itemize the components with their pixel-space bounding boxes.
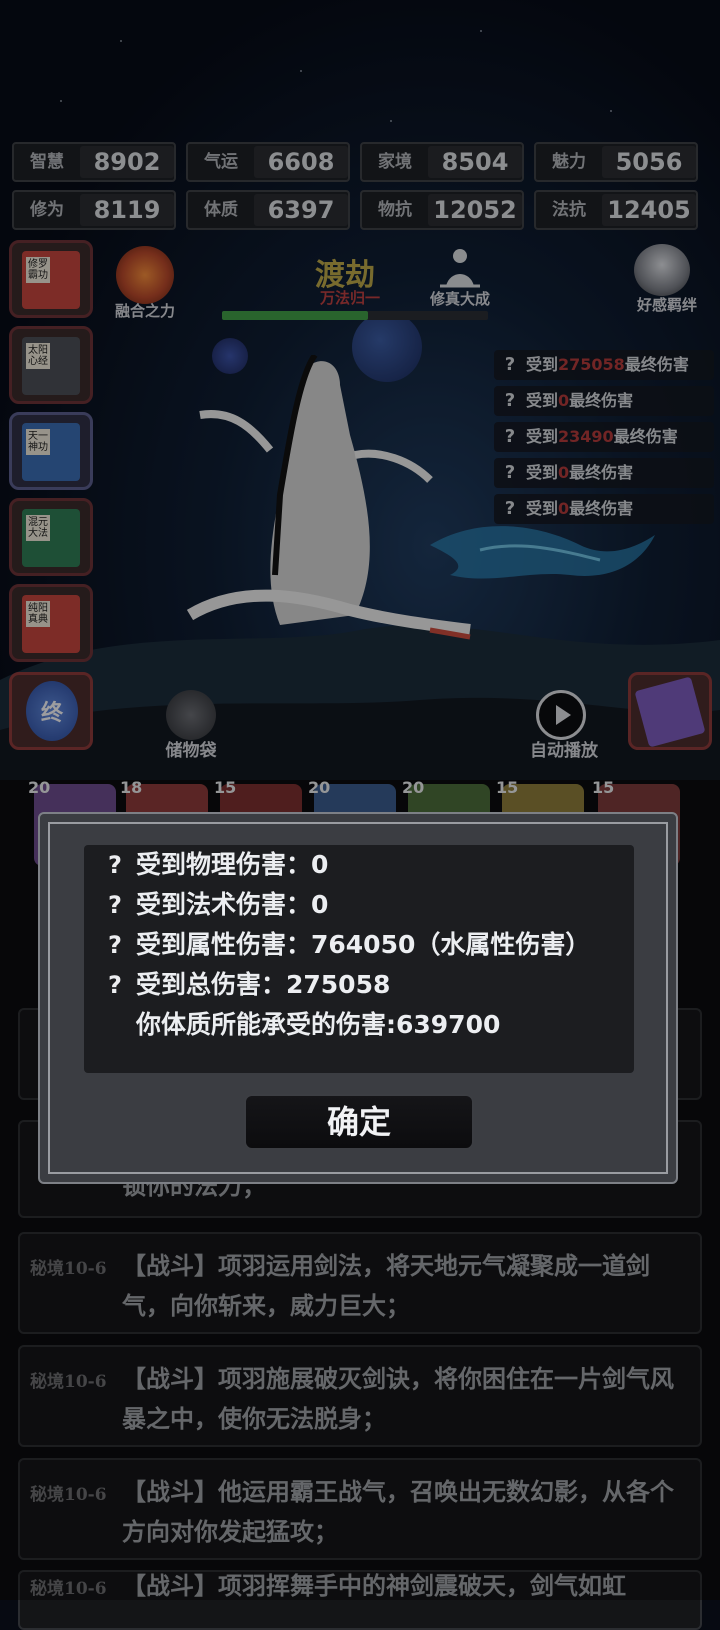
magic-damage-text: 受到法术伤害：0 <box>136 890 329 919</box>
modal-backdrop[interactable] <box>0 0 720 1600</box>
help-icon[interactable]: ? <box>102 845 128 885</box>
help-icon[interactable]: ? <box>102 885 128 925</box>
physical-damage-text: 受到物理伤害：0 <box>136 850 329 879</box>
confirm-button[interactable]: 确定 <box>244 1094 474 1150</box>
total-damage-text: 受到总伤害：275058 <box>136 970 391 999</box>
help-icon[interactable]: ? <box>102 965 128 1005</box>
damage-info-panel: ? 受到物理伤害：0 ? 受到法术伤害：0 ? 受到属性伤害：764050（水属… <box>84 845 634 1073</box>
element-damage-text: 受到属性伤害：764050（水属性伤害） <box>136 930 591 959</box>
max-damage-text: 你体质所能承受的伤害:639700 <box>136 1010 501 1039</box>
help-icon[interactable]: ? <box>102 925 128 965</box>
